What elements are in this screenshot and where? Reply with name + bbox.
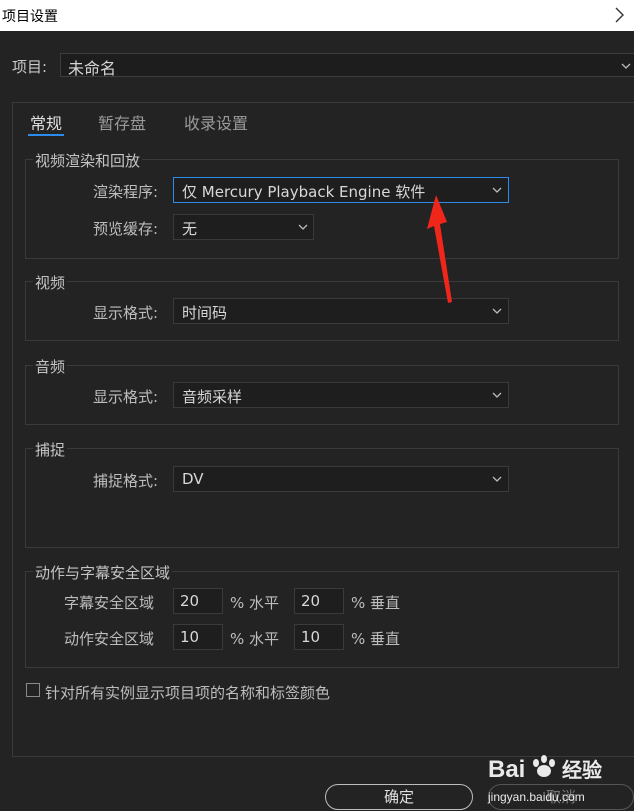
video-render-title: 视频渲染和回放 [33, 150, 143, 171]
capture-group [25, 448, 619, 548]
svg-text:Bai: Bai [488, 756, 525, 783]
capture-format-dropdown[interactable]: DV [173, 466, 509, 492]
project-name: 未命名 [68, 59, 117, 78]
video-format-label: 显示格式: [93, 304, 159, 322]
preview-cache-label: 预览缓存: [93, 220, 159, 238]
vertical-unit-label: % 垂直 [351, 594, 401, 612]
title-safe-horizontal-input[interactable]: 20 [173, 588, 223, 614]
video-title: 视频 [33, 272, 68, 293]
annotation-arrow [427, 195, 452, 303]
active-tab-indicator [28, 134, 64, 136]
project-label: 项目: [12, 58, 48, 76]
preview-cache-value: 无 [182, 220, 198, 238]
ok-button[interactable]: 确定 [325, 784, 473, 810]
horizontal-unit-label: % 水平 [230, 594, 280, 612]
capture-format-value: DV [182, 470, 204, 488]
tab-general[interactable]: 常规 [30, 110, 62, 134]
action-safe-vertical-value: 10 [301, 628, 321, 646]
chevron-down-icon [298, 224, 308, 230]
capture-format-label: 捕捉格式: [93, 472, 159, 490]
show-names-checkbox[interactable] [26, 683, 40, 697]
safe-areas-title: 动作与字幕安全区域 [33, 562, 173, 583]
tab-ingest-settings[interactable]: 收录设置 [184, 110, 248, 134]
action-safe-vertical-input[interactable]: 10 [294, 624, 344, 650]
action-safe-horizontal-input[interactable]: 10 [173, 624, 223, 650]
safe-areas-group [25, 571, 619, 668]
action-safe-horizontal-value: 10 [180, 628, 200, 646]
renderer-value: 仅 Mercury Playback Engine 软件 [182, 183, 426, 201]
chevron-down-icon [492, 476, 502, 482]
project-select[interactable]: 未命名 [60, 53, 634, 78]
audio-format-value: 音频采样 [182, 388, 243, 406]
svg-text:经验: 经验 [562, 758, 602, 782]
title-safe-horizontal-value: 20 [180, 592, 200, 610]
svg-text:jingyan.baidu.com: jingyan.baidu.com [487, 790, 585, 804]
action-safe-label: 动作安全区域 [64, 630, 155, 648]
audio-format-label: 显示格式: [93, 388, 159, 406]
tab-scratch-disks[interactable]: 暂存盘 [98, 110, 146, 134]
title-safe-vertical-input[interactable]: 20 [294, 588, 344, 614]
close-icon[interactable] [610, 5, 630, 25]
video-render-group [25, 159, 619, 259]
capture-title: 捕捉 [33, 439, 68, 460]
show-names-label: 针对所有实例显示项目项的名称和标签颜色 [45, 684, 331, 702]
baidu-watermark: Bai 经验 jingyan.baidu.com [487, 755, 602, 804]
audio-format-dropdown[interactable]: 音频采样 [173, 382, 509, 408]
chevron-down-icon [492, 392, 502, 398]
horizontal-unit-label: % 水平 [230, 630, 280, 648]
preview-cache-dropdown[interactable]: 无 [173, 214, 314, 240]
chevron-down-icon [621, 63, 631, 69]
chevron-down-icon [492, 187, 502, 193]
audio-title: 音频 [33, 356, 68, 377]
renderer-label: 渲染程序: [93, 183, 159, 201]
chevron-down-icon [492, 308, 502, 314]
video-format-value: 时间码 [182, 304, 228, 322]
title-safe-label: 字幕安全区域 [64, 594, 155, 612]
window-title: 项目设置 [2, 9, 58, 25]
title-bar: 项目设置 [0, 0, 634, 31]
title-safe-vertical-value: 20 [301, 592, 321, 610]
vertical-unit-label: % 垂直 [351, 630, 401, 648]
